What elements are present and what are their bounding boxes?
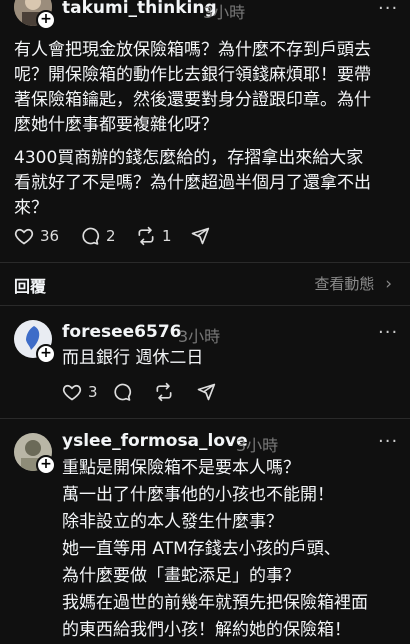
reply-foresee: + foresee6576 3小時 ··· 而且銀行 週休二日 3 xyxy=(0,306,410,416)
timestamp: 3小時 xyxy=(203,3,246,22)
text-line: 為什麼要做「畫蛇添足」的事？ xyxy=(62,566,300,586)
like-count: 36 xyxy=(40,227,60,245)
text-line: 麼她什麼事都要複雜化呀？ xyxy=(14,115,218,135)
timestamp: 3小時 xyxy=(178,327,221,346)
reply-yslee: + yslee_formosa_love 3小時 ··· 重點是開保險箱不是要本… xyxy=(0,419,410,640)
repost-button[interactable]: 1 xyxy=(136,226,172,246)
text-line: 著保險箱鑰匙，然後還要對身分證跟印章。為什 xyxy=(14,90,371,110)
text-line: 4300買商辦的錢怎麼給的，存摺拿出來給大家 xyxy=(14,148,364,168)
text-line: 呢？開保險箱的動作比去銀行領錢麻煩耶！要帶 xyxy=(14,65,371,85)
more-options-icon[interactable]: ··· xyxy=(378,431,398,452)
text-line: 除非設立的本人發生什麼事？ xyxy=(62,512,283,532)
reply-text: 重點是開保險箱不是要本人嗎？ 萬一出了什麼事他的小孩也不能開！ 除非設立的本人發… xyxy=(62,455,402,644)
username[interactable]: takumi_thinking xyxy=(62,0,217,18)
view-activity-link[interactable]: 查看動態 › xyxy=(314,273,392,294)
repost-icon xyxy=(138,226,154,246)
text-line: 重點是開保險箱不是要本人嗎？ xyxy=(62,458,300,478)
post-takumi: + takumi_thinking 3小時 ··· 有人會把現金放保險箱嗎？為什… xyxy=(0,0,410,262)
text-line: 她一直等用 ATM存錢去小孩的戶頭、 xyxy=(62,539,341,559)
like-count: 3 xyxy=(88,383,98,401)
repost-count: 1 xyxy=(162,227,172,245)
send-icon xyxy=(197,383,216,401)
more-options-icon[interactable]: ··· xyxy=(378,322,398,343)
comment-button[interactable] xyxy=(112,382,132,402)
share-button[interactable] xyxy=(196,382,216,402)
like-button[interactable]: 3 xyxy=(62,382,98,402)
post-text-paragraph-2: 4300買商辦的錢怎麼給的，存摺拿出來給大家 看就好了不是嗎？為什麼超過半個月了… xyxy=(14,146,404,221)
comment-count: 2 xyxy=(106,227,116,245)
heart-icon xyxy=(62,384,82,401)
comment-icon xyxy=(114,383,132,401)
comment-icon xyxy=(82,227,100,245)
more-options-icon[interactable]: ··· xyxy=(378,0,398,19)
repost-icon xyxy=(156,382,172,402)
text-line: 來？ xyxy=(14,198,48,218)
username[interactable]: foresee6576 xyxy=(62,322,181,342)
follow-plus-icon[interactable]: + xyxy=(36,344,56,364)
replies-label: 回覆 xyxy=(14,277,47,296)
post-text-paragraph-1: 有人會把現金放保險箱嗎？為什麼不存到戶頭去 呢？開保險箱的動作比去銀行領錢麻煩耶… xyxy=(14,38,404,138)
timestamp: 3小時 xyxy=(236,436,279,455)
username[interactable]: yslee_formosa_love xyxy=(62,431,248,451)
text-line: 我媽在過世的前幾年就預先把保險箱裡面 xyxy=(62,593,368,613)
comment-button[interactable]: 2 xyxy=(80,226,116,246)
send-icon xyxy=(191,227,210,245)
view-activity-label: 查看動態 xyxy=(314,275,375,293)
share-button[interactable] xyxy=(190,226,210,246)
text-line: 萬一出了什麼事他的小孩也不能開！ xyxy=(62,485,334,505)
text-line: 看就好了不是嗎？為什麼超過半個月了還拿不出 xyxy=(14,173,371,193)
heart-icon xyxy=(14,228,34,245)
follow-plus-icon[interactable]: + xyxy=(36,10,56,30)
chevron-right-icon: › xyxy=(385,274,392,294)
follow-plus-icon[interactable]: + xyxy=(36,455,56,475)
repost-button[interactable] xyxy=(154,382,174,402)
replies-header: 回覆 查看動態 › xyxy=(0,263,410,305)
text-line: 有人會把現金放保險箱嗎？為什麼不存到戶頭去 xyxy=(14,40,371,60)
like-button[interactable]: 36 xyxy=(14,226,59,246)
reply-text: 而且銀行 週休二日 xyxy=(62,348,204,368)
